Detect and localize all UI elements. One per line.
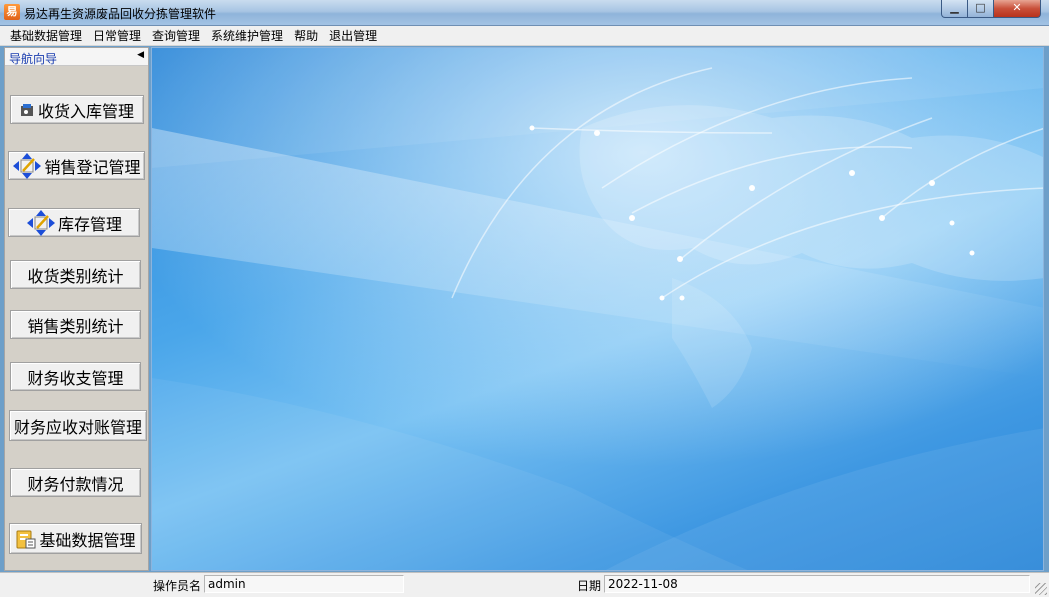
nav-button-label: 销售类别统计	[27, 316, 124, 336]
collapse-arrow-icon[interactable]: ◀	[137, 50, 144, 60]
nav-button-label: 基础数据管理	[39, 530, 136, 550]
nav-button-receive-category-stats[interactable]: 收货类别统计	[10, 260, 141, 289]
resize-grip-icon[interactable]	[1035, 583, 1047, 595]
database-icon	[15, 528, 37, 550]
nav-button-finance-receivable[interactable]: 财务应收对账管理	[9, 410, 147, 441]
window-controls: ▁ □ ✕	[941, 0, 1041, 18]
nav-button-label: 财务应收对账管理	[13, 417, 142, 437]
menu-system-maintenance[interactable]: 系统维护管理	[207, 27, 290, 44]
title-bar: 易 易达再生资源废品回收分拣管理软件 ▁ □ ✕	[0, 0, 1049, 26]
date-field: 2022-11-08	[604, 575, 1030, 593]
operator-field: admin	[204, 575, 404, 593]
menu-exit[interactable]: 退出管理	[325, 27, 384, 44]
nav-button-basic-data[interactable]: 基础数据管理	[9, 523, 142, 554]
nav-button-label: 销售登记管理	[44, 157, 141, 177]
edit-arrows-icon	[12, 152, 42, 180]
nav-button-label: 收货入库管理	[37, 101, 134, 121]
minimize-icon: ▁	[950, 1, 959, 14]
operator-label: 操作员名	[153, 579, 202, 593]
window-title: 易达再生资源废品回收分拣管理软件	[24, 7, 217, 21]
nav-button-finance-income-expense[interactable]: 财务收支管理	[10, 362, 141, 391]
world-network-illustration	[152, 48, 1043, 570]
maximize-icon: □	[975, 1, 986, 14]
nav-button-label: 财务收支管理	[27, 368, 124, 388]
menu-basic-data[interactable]: 基础数据管理	[0, 27, 89, 44]
nav-button-receive-stock[interactable]: 收货入库管理	[10, 95, 144, 124]
menu-bar: 基础数据管理 日常管理 查询管理 系统维护管理 帮助 退出管理	[0, 26, 1049, 46]
close-button[interactable]: ✕	[994, 0, 1041, 18]
nav-button-label: 财务付款情况	[27, 474, 124, 494]
receive-icon	[20, 102, 36, 118]
nav-button-sales-register[interactable]: 销售登记管理	[8, 151, 145, 180]
minimize-button[interactable]: ▁	[941, 0, 968, 18]
navigation-panel: 导航向导 ◀ 收货入库管理 销售登记管理 库存管理 收货类别统计 销售类别统计 …	[4, 47, 149, 571]
menu-query[interactable]: 查询管理	[148, 27, 207, 44]
app-icon[interactable]: 易	[4, 4, 20, 20]
close-icon: ✕	[1012, 1, 1022, 14]
nav-button-sales-category-stats[interactable]: 销售类别统计	[10, 310, 141, 339]
nav-button-label: 库存管理	[57, 214, 122, 234]
edit-arrows-icon	[26, 209, 56, 237]
nav-header-label: 导航向导	[9, 52, 58, 66]
date-label: 日期	[577, 579, 602, 593]
menu-help[interactable]: 帮助	[290, 27, 325, 44]
maximize-button[interactable]: □	[968, 0, 994, 18]
menu-daily[interactable]: 日常管理	[89, 27, 148, 44]
nav-button-label: 收货类别统计	[27, 266, 124, 286]
nav-button-inventory[interactable]: 库存管理	[8, 208, 140, 237]
nav-button-finance-payment[interactable]: 财务付款情况	[10, 468, 141, 497]
main-background	[151, 47, 1044, 571]
nav-header: 导航向导 ◀	[5, 48, 148, 66]
status-bar: 操作员名 admin 日期 2022-11-08	[0, 572, 1049, 597]
